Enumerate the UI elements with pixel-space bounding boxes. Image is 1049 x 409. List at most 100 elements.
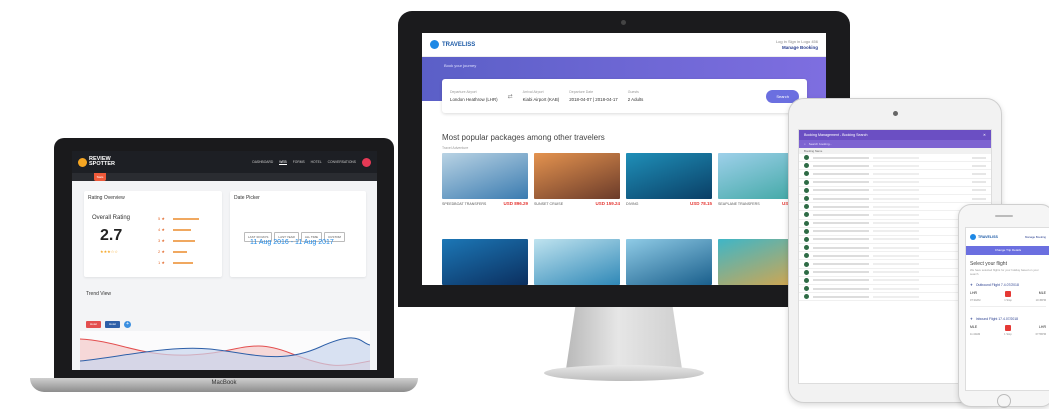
arrival-label: Arrival Airport bbox=[522, 90, 544, 94]
rating-row: 2 ★ bbox=[158, 246, 199, 257]
booking-detail-cell bbox=[873, 156, 919, 159]
phone-logo-text[interactable]: TRAVELISS bbox=[978, 235, 998, 239]
booking-row[interactable] bbox=[799, 154, 991, 163]
nav-item[interactable]: FORMS bbox=[293, 160, 305, 165]
inbound-title: Inbound Flight 17.4.07/2018 bbox=[975, 317, 1019, 321]
booking-status-icon bbox=[804, 269, 809, 275]
package-card[interactable]: SUNSET CRUISE USD 159.24 bbox=[534, 153, 620, 219]
imac-device: TRAVELISS Log in Sign in Logo 456 Manage… bbox=[398, 11, 850, 387]
booking-row[interactable] bbox=[799, 170, 991, 179]
phone-screen: TRAVELISS Manage Booking Change Trip Det… bbox=[965, 227, 1049, 391]
home-button[interactable] bbox=[997, 394, 1011, 408]
booking-row[interactable] bbox=[799, 179, 991, 187]
arrival-field[interactable]: Arrival Airport Kiabi Airport (KAB) bbox=[523, 90, 560, 102]
booking-name-cell bbox=[813, 295, 869, 298]
main-nav: DASHBOARD WEB FORMS HOTEL CONVERSATIONS bbox=[252, 160, 356, 165]
booking-detail-cell bbox=[873, 271, 919, 274]
rating-bar bbox=[173, 228, 191, 231]
departure-field[interactable]: Departure Airport London Heathrow (LHR) bbox=[450, 90, 498, 102]
date-picker-card: Date Picker LAST 30 DAYS LAST YEAR ALL TIM… bbox=[230, 191, 366, 277]
outbound-arrival: 10:45PM bbox=[1035, 299, 1046, 302]
tab-stats[interactable]: Stats bbox=[94, 173, 106, 181]
plane-icon: ✈ bbox=[970, 317, 973, 321]
package-name: SUNSET CRUISE bbox=[534, 202, 564, 206]
swap-icon[interactable]: ⇄ bbox=[508, 93, 513, 100]
booking-detail-cell bbox=[873, 181, 919, 184]
booking-status-icon bbox=[804, 294, 809, 300]
rating-row-label: 5 ★ bbox=[158, 216, 165, 221]
travel-header: TRAVELISS Log in Sign in Logo 456 Manage… bbox=[422, 33, 826, 57]
travel-logo[interactable]: TRAVELISS bbox=[430, 40, 475, 49]
date-picker-title: Date Picker bbox=[234, 195, 260, 201]
tablet-search-bar[interactable]: ⌕ Search booking... bbox=[799, 140, 991, 148]
booking-detail-cell bbox=[873, 205, 919, 208]
booking-detail-cell bbox=[873, 287, 919, 290]
select-flight-subtext: We have selected flights for your holida… bbox=[970, 268, 1039, 276]
package-card[interactable]: DIVING USD 78.15 bbox=[626, 153, 712, 219]
booking-status-icon bbox=[804, 179, 809, 185]
section-title: Most popular packages among other travel… bbox=[442, 133, 605, 142]
booking-name-cell bbox=[813, 254, 869, 257]
rating-overview-card: Rating Overview Overall Rating 2.7 ★★★☆☆… bbox=[84, 191, 222, 277]
inbound-arrival: 07:55PM bbox=[1035, 333, 1046, 336]
booking-row[interactable] bbox=[799, 195, 991, 204]
reviewspotter-logo[interactable]: REVIEW SPOTTER bbox=[78, 156, 115, 167]
add-chip-icon[interactable]: + bbox=[124, 321, 132, 328]
outbound-to: MLE bbox=[1038, 291, 1046, 295]
trend-chart bbox=[80, 331, 370, 370]
nav-item[interactable]: CONVERSATIONS bbox=[328, 160, 356, 165]
manage-booking-link[interactable]: Manage Booking bbox=[782, 45, 818, 50]
hotel-chip-blue[interactable]: Hotel bbox=[105, 321, 121, 328]
booking-row[interactable] bbox=[799, 162, 991, 171]
phone-manage-booking[interactable]: Manage Booking bbox=[1025, 235, 1046, 239]
inbound-times: 11:40AM 1 Stop 07:55PM bbox=[966, 332, 1049, 337]
phone-header: TRAVELISS Manage Booking bbox=[966, 228, 1049, 246]
hotel-chip-red[interactable]: Hotel bbox=[86, 321, 102, 328]
package-image bbox=[442, 153, 528, 199]
rating-row-label: 2 ★ bbox=[158, 249, 165, 254]
nav-item[interactable]: DASHBOARD bbox=[252, 160, 273, 165]
header-links: Log in Sign in Logo 456 Manage Booking bbox=[776, 39, 818, 51]
booking-date-cell bbox=[972, 172, 986, 175]
inbound-from: MLE bbox=[970, 325, 978, 329]
booking-row[interactable] bbox=[799, 187, 991, 195]
inbound-route[interactable]: MLE LHR bbox=[966, 324, 1049, 332]
package-card[interactable]: WINDSURFING bbox=[626, 239, 712, 285]
avatar[interactable] bbox=[362, 157, 371, 167]
package-card[interactable]: SNORKELLING bbox=[442, 239, 528, 285]
dates-field[interactable]: Departure Date 2018-04-07 | 2018-04-17 bbox=[569, 90, 618, 102]
logo-icon bbox=[78, 157, 87, 167]
guests-field[interactable]: Guests 2 Adults bbox=[628, 90, 644, 102]
imac-base bbox=[544, 365, 704, 381]
package-card[interactable]: WATERSKIING bbox=[534, 239, 620, 285]
change-trip-button[interactable]: Change Trip Details bbox=[966, 246, 1049, 255]
outbound-route[interactable]: LHR MLE bbox=[966, 290, 1049, 298]
trend-view-card: Trend View Hotel Hotel + bbox=[72, 287, 377, 370]
travel-logo-text: TRAVELISS bbox=[442, 41, 476, 48]
booking-status-icon bbox=[804, 261, 809, 267]
booking-name-cell bbox=[813, 279, 869, 282]
laptop-device: REVIEW SPOTTER DASHBOARD WEB FORMS HOTEL CON… bbox=[30, 138, 418, 400]
tablet-header: Booking Management - Booking Search ✕ bbox=[799, 130, 991, 140]
tablet-header-title: Booking Management - Booking Search bbox=[804, 133, 868, 137]
booking-status-icon bbox=[804, 228, 809, 234]
close-icon[interactable]: ✕ bbox=[983, 133, 986, 137]
booking-name-cell bbox=[813, 189, 869, 192]
packages-grid-row1: SPEEDBOAT TRANSFERS USD 896.29 SUNSET CRUI… bbox=[442, 153, 806, 219]
date-range-text: 11 Aug 2016 - 11 Aug 2017 bbox=[250, 239, 334, 246]
booking-status-icon bbox=[804, 163, 809, 169]
booking-detail-cell bbox=[873, 172, 919, 175]
booking-date-cell bbox=[972, 189, 986, 192]
booking-name-cell bbox=[813, 197, 869, 200]
booking-detail-cell bbox=[873, 263, 919, 266]
nav-item[interactable]: HOTEL bbox=[311, 160, 322, 165]
package-card[interactable]: SPEEDBOAT TRANSFERS USD 896.29 bbox=[442, 153, 528, 219]
imac-bezel: TRAVELISS Log in Sign in Logo 456 Manage… bbox=[398, 11, 850, 307]
nav-item[interactable]: WEB bbox=[279, 160, 287, 165]
plane-icon: ✈ bbox=[970, 283, 973, 287]
booking-name-cell bbox=[813, 205, 869, 208]
logo-line2: SPOTTER bbox=[89, 161, 115, 167]
dates-value: 2018-04-07 | 2018-04-17 bbox=[569, 97, 618, 102]
booking-name-cell bbox=[813, 172, 869, 175]
booking-name-cell bbox=[813, 156, 869, 159]
